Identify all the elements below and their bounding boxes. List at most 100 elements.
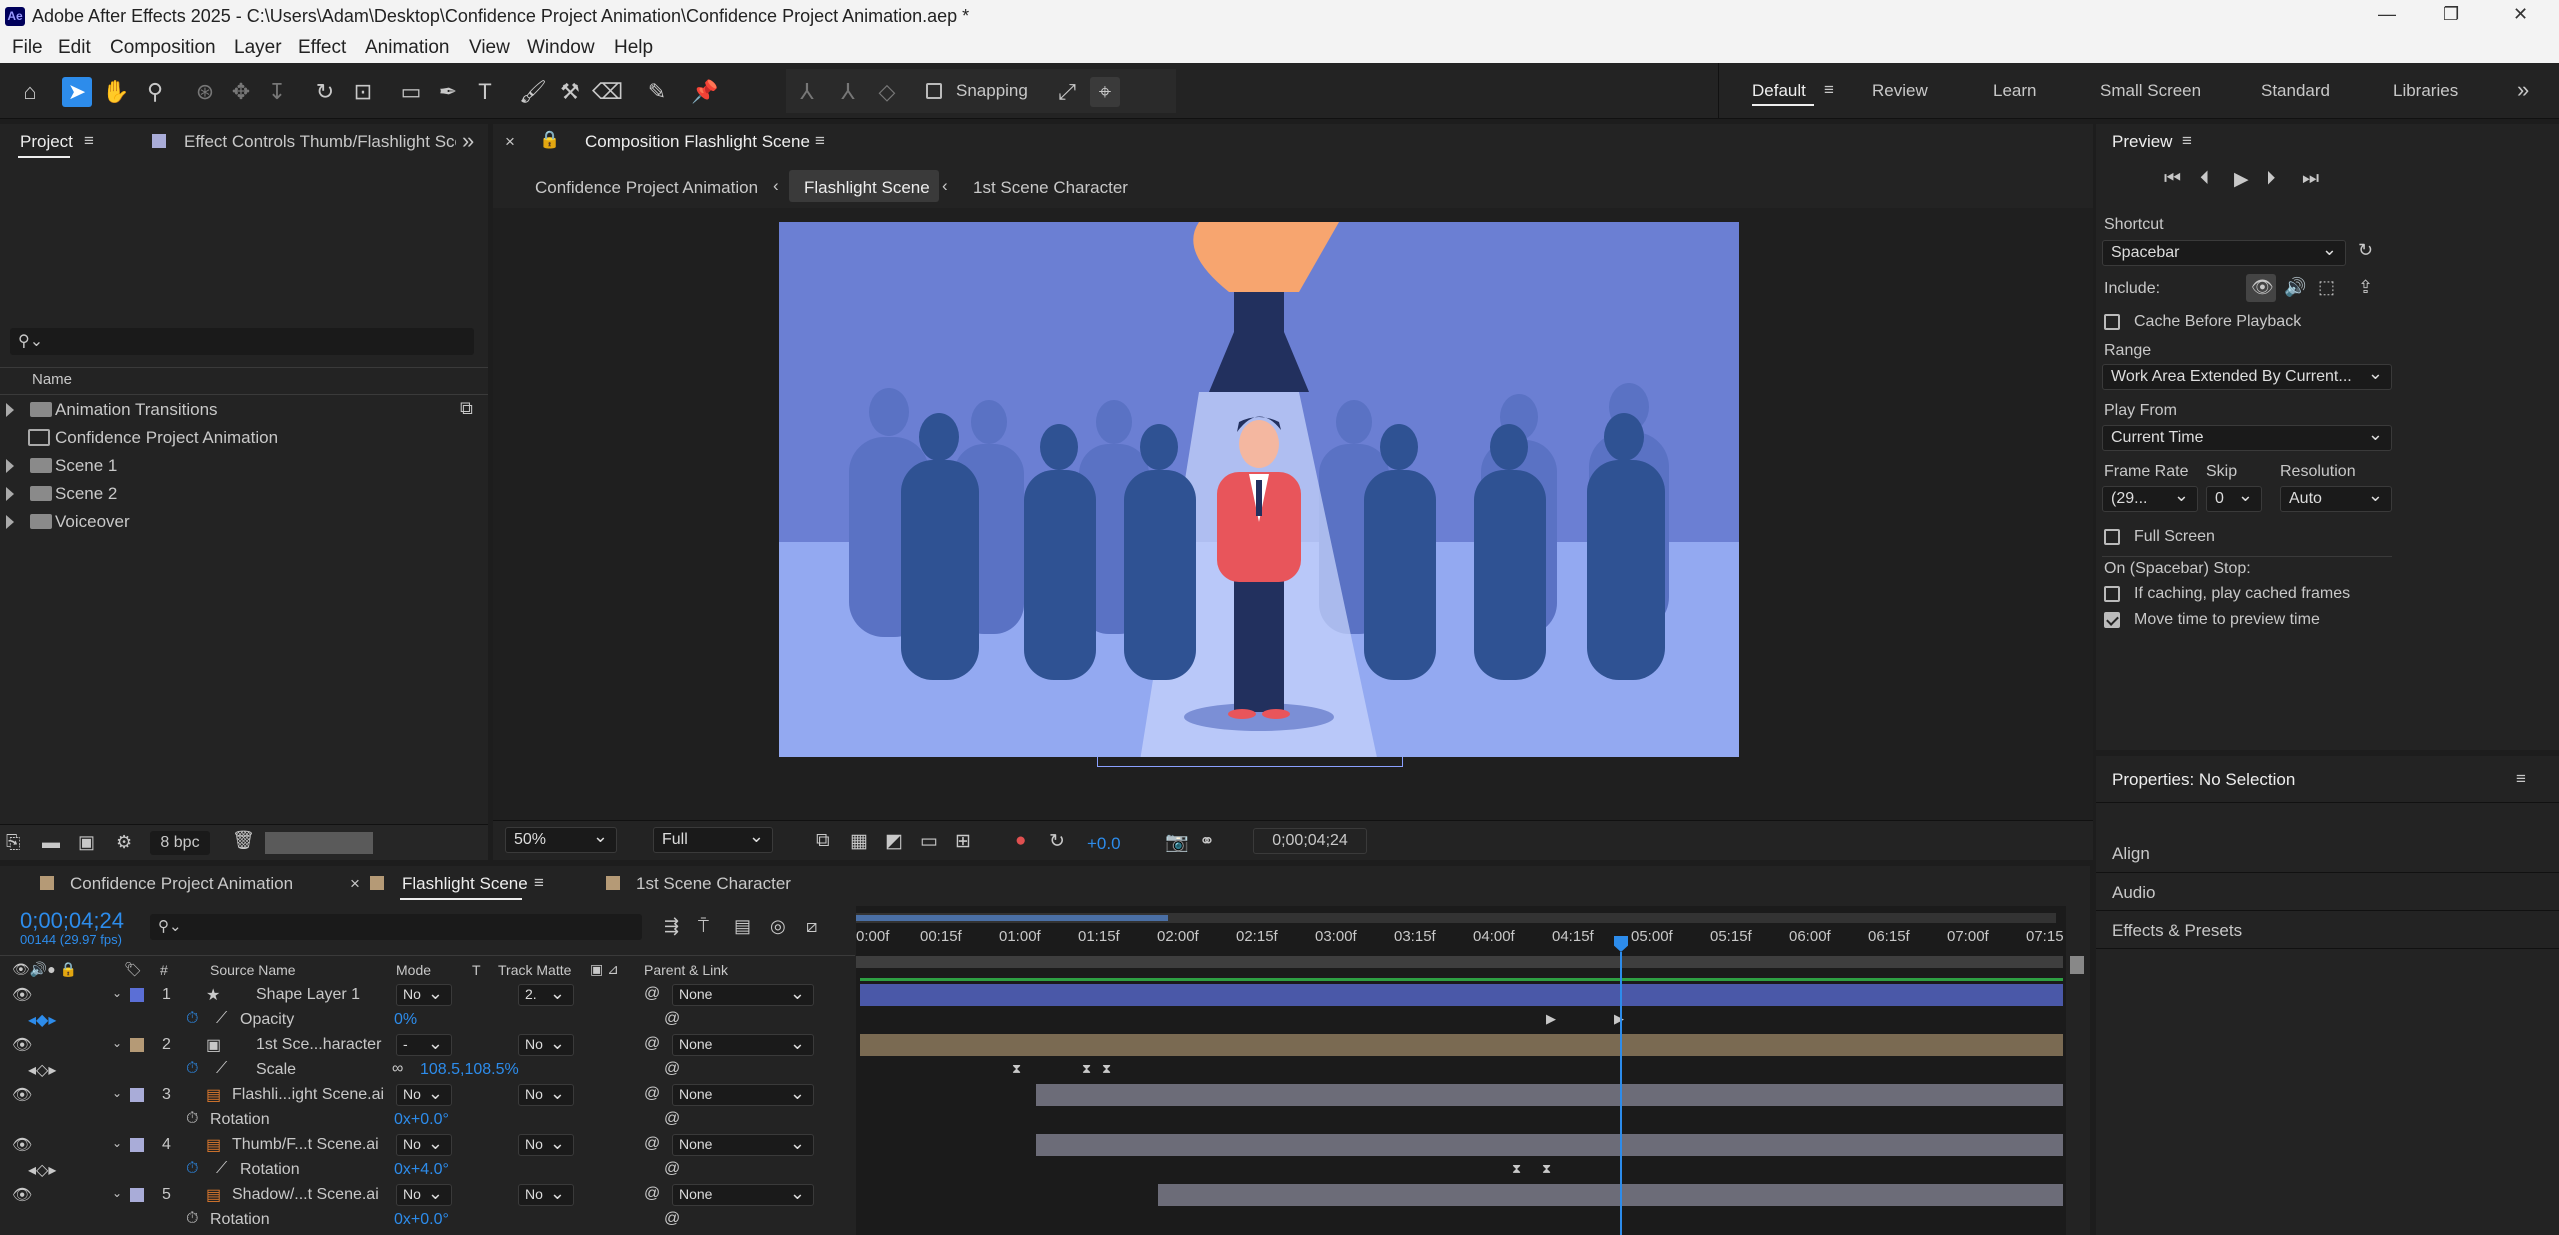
puppet-tool-icon[interactable]: 📌 [690, 77, 720, 107]
keyframe-icon[interactable]: ⧗ [1512, 1161, 1521, 1177]
show-snapshot-icon[interactable]: ⚭ [1199, 830, 1215, 853]
rotation-tool-icon[interactable]: ↻ [310, 77, 340, 107]
project-search-input[interactable]: ⚲⌄ [10, 328, 474, 355]
keyframe-nav-icon[interactable]: ◂◇▸ [28, 1060, 56, 1080]
project-item-animation-transitions[interactable]: Animation Transitions ⧉ [0, 396, 488, 424]
home-icon[interactable]: ⌂ [15, 77, 45, 107]
full-screen-checkbox[interactable] [2104, 529, 2120, 545]
stopwatch-icon[interactable]: ⏱ [186, 1160, 198, 1178]
layer-mode-dropdown[interactable]: - [396, 1034, 452, 1056]
comp-menu-icon[interactable]: ≡ [815, 131, 825, 151]
graph-icon[interactable]: ⟋ [216, 1010, 227, 1028]
tab-effect-controls[interactable]: Effect Controls Thumb/Flashlight Sce [184, 132, 456, 152]
eraser-tool-icon[interactable]: ⌫ [592, 77, 623, 107]
project-item-scene-2[interactable]: Scene 2 [0, 480, 488, 508]
timeline-menu-icon[interactable]: ≡ [534, 873, 544, 893]
keyframe-icon[interactable]: ▶ [1614, 1011, 1624, 1027]
menu-help[interactable]: Help [614, 37, 653, 59]
property-value[interactable]: 0x+0.0° [394, 1111, 449, 1129]
properties-menu-icon[interactable]: ≡ [2516, 769, 2526, 789]
zoom-tool-icon[interactable]: ⚲ [140, 77, 170, 107]
interpret-footage-icon[interactable]: ⎘ [6, 832, 20, 853]
layer-label-swatch[interactable] [130, 1038, 144, 1052]
minimize-icon[interactable]: — [2378, 4, 2396, 25]
layer-mode-dropdown[interactable]: No [396, 1134, 452, 1156]
keyframe-icon[interactable]: ⧗ [1102, 1061, 1111, 1077]
menu-edit[interactable]: Edit [58, 37, 91, 59]
layer-bar-4[interactable] [1036, 1134, 2063, 1156]
timeline-search-input[interactable]: ⚲⌄ [150, 914, 642, 940]
stopwatch-icon[interactable]: ⏱ [186, 1110, 198, 1128]
graph-editor-icon[interactable]: ⧄ [806, 916, 817, 937]
property-value[interactable]: 0x+4.0° [394, 1161, 449, 1179]
next-frame-icon[interactable]: ⏵ [2266, 168, 2276, 190]
stopwatch-icon[interactable]: ⏱ [186, 1010, 198, 1028]
eye-icon[interactable]: 👁 [12, 1135, 32, 1155]
restore-icon[interactable]: ❐ [2443, 4, 2459, 25]
column-name-header[interactable]: Name [32, 371, 72, 388]
pickwhip-icon[interactable]: @ [644, 1035, 660, 1053]
snapshot-icon[interactable]: 📷 [1165, 830, 1189, 854]
workspace-standard[interactable]: Standard [2261, 81, 2330, 101]
axis-world-icon[interactable]: ⅄ [833, 77, 863, 107]
flowchart-icon[interactable]: ⧉ [460, 398, 473, 419]
parent-dropdown[interactable]: None [672, 1084, 814, 1106]
property-row-rotation[interactable]: ◂◇▸ ⏱ ⟋ Rotation 0x+4.0° @ [0, 1158, 855, 1183]
pickwhip-icon[interactable]: @ [664, 1160, 680, 1178]
parent-dropdown[interactable]: None [672, 1134, 814, 1156]
track-matte-dropdown[interactable]: No [518, 1184, 574, 1206]
stopwatch-icon[interactable]: ⏱ [186, 1060, 198, 1078]
magnification-dropdown[interactable]: 50% [505, 827, 617, 853]
breadcrumb-flashlight-scene[interactable]: Flashlight Scene [804, 178, 930, 198]
pickwhip-icon[interactable]: @ [664, 1110, 680, 1128]
thumbnail-slider[interactable] [265, 832, 373, 854]
anchor-tool-icon[interactable]: ⊡ [348, 77, 378, 107]
layer-name[interactable]: Flashli...ight Scene.ai [232, 1086, 384, 1104]
pickwhip-icon[interactable]: @ [644, 985, 660, 1003]
panel-overflow-icon[interactable]: » [462, 128, 474, 154]
previous-frame-icon[interactable]: ⏴ [2200, 168, 2210, 190]
draft-3d-icon[interactable]: ⍑ [698, 916, 709, 937]
keyframe-icon[interactable]: ⧗ [1012, 1061, 1021, 1077]
menu-animation[interactable]: Animation [365, 37, 450, 59]
frame-rate-dropdown[interactable]: (29... [2102, 486, 2198, 512]
orbit-camera-icon[interactable]: ⊛ [190, 77, 220, 107]
collapse-icon[interactable]: ⌄ [112, 1186, 122, 1200]
work-area-range[interactable] [856, 956, 2063, 968]
project-item-confidence-project-animation[interactable]: Confidence Project Animation [0, 424, 488, 452]
work-area-bar[interactable] [856, 915, 1168, 921]
new-composition-icon[interactable]: ▣ [78, 832, 95, 853]
eye-icon[interactable]: 👁 [12, 1185, 32, 1205]
pickwhip-icon[interactable]: @ [644, 1185, 660, 1203]
if-caching-checkbox[interactable] [2104, 586, 2120, 602]
expand-icon[interactable] [6, 403, 14, 417]
track-matte-dropdown[interactable]: No [518, 1034, 574, 1056]
shy-layers-icon[interactable]: ▤ [734, 916, 751, 937]
grid-guides-icon[interactable]: ⊞ [955, 830, 971, 853]
layer-row-1[interactable]: 👁 ⌄ 1 ★ Shape Layer 1 No 2. @ None [0, 983, 855, 1008]
align-section[interactable]: Align [2112, 844, 2150, 864]
new-folder-icon[interactable]: ▬ [42, 832, 60, 853]
hand-tool-icon[interactable]: ✋ [101, 77, 131, 107]
type-tool-icon[interactable]: T [470, 77, 500, 107]
comp-flowchart-icon[interactable]: ⇶ [664, 916, 679, 937]
pickwhip-icon[interactable]: @ [664, 1010, 680, 1028]
include-video-icon[interactable]: 👁 [2251, 277, 2274, 298]
layer-mode-dropdown[interactable]: No [396, 984, 452, 1006]
keyframe-icon[interactable]: ▶ [1546, 1011, 1556, 1027]
eye-icon[interactable]: 👁 [12, 985, 32, 1005]
layer-label-swatch[interactable] [130, 988, 144, 1002]
audio-section[interactable]: Audio [2112, 883, 2155, 903]
pickwhip-icon[interactable]: @ [664, 1210, 680, 1228]
workspace-menu-icon[interactable]: ≡ [1824, 80, 1834, 100]
tab-composition[interactable]: Composition Flashlight Scene [585, 132, 810, 152]
keyframe-nav-icon[interactable]: ◂◇▸ [28, 1160, 56, 1180]
property-row-rotation[interactable]: ⏱ Rotation 0x+0.0° @ [0, 1108, 855, 1133]
expand-icon[interactable] [6, 487, 14, 501]
snapping-checkbox[interactable] [926, 83, 942, 99]
workspace-libraries[interactable]: Libraries [2393, 81, 2458, 101]
collapse-icon[interactable]: ⌄ [112, 1136, 122, 1150]
pickwhip-icon[interactable]: @ [664, 1060, 680, 1078]
keyframe-nav-icon[interactable]: ◂◆▸ [28, 1010, 56, 1030]
resolution-dropdown[interactable]: Full [653, 827, 773, 853]
